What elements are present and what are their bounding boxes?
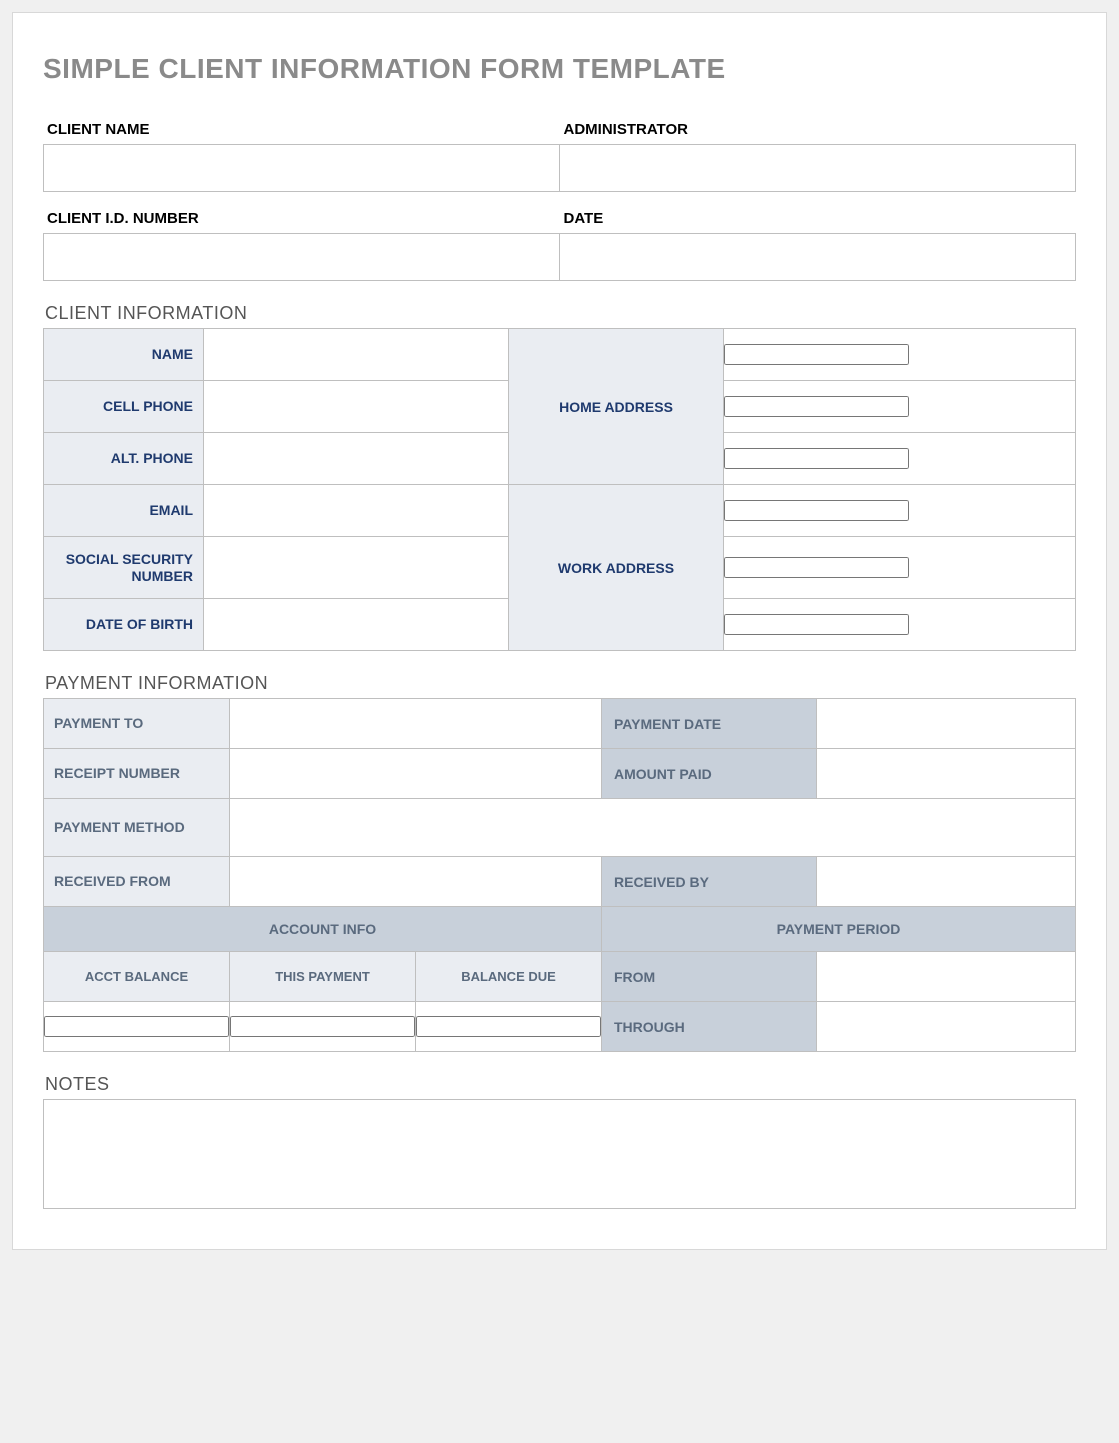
- received-by-label: RECEIVED BY: [602, 857, 817, 907]
- name-label: NAME: [44, 329, 204, 381]
- payment-date-input[interactable]: [817, 712, 1075, 736]
- client-id-input[interactable]: [44, 234, 559, 280]
- work-address-input-3[interactable]: [724, 614, 909, 635]
- dob-label: DATE OF BIRTH: [44, 599, 204, 651]
- payment-method-input[interactable]: [230, 816, 1075, 840]
- balance-due-header: BALANCE DUE: [416, 952, 602, 1002]
- administrator-input[interactable]: [560, 145, 1076, 191]
- notes-heading: NOTES: [45, 1074, 1076, 1095]
- payment-to-input[interactable]: [230, 712, 601, 736]
- client-name-label: CLIENT NAME: [43, 115, 560, 144]
- received-by-input[interactable]: [817, 870, 1075, 894]
- payment-to-label: PAYMENT TO: [44, 699, 230, 749]
- cell-phone-input[interactable]: [204, 395, 508, 419]
- balance-due-input[interactable]: [416, 1016, 601, 1037]
- acct-balance-input[interactable]: [44, 1016, 229, 1037]
- dob-input[interactable]: [204, 613, 508, 637]
- through-input[interactable]: [817, 1015, 1075, 1039]
- top-fields-row-1: CLIENT NAME ADMINISTRATOR: [43, 115, 1076, 192]
- notes-input[interactable]: [44, 1100, 1075, 1208]
- ssn-input[interactable]: [204, 556, 508, 580]
- this-payment-header: THIS PAYMENT: [230, 952, 416, 1002]
- alt-phone-input[interactable]: [204, 447, 508, 471]
- home-address-input-1[interactable]: [724, 344, 909, 365]
- account-info-header: ACCOUNT INFO: [44, 907, 602, 952]
- work-address-input-2[interactable]: [724, 557, 909, 578]
- administrator-label: ADMINISTRATOR: [560, 115, 1077, 144]
- from-input[interactable]: [817, 965, 1075, 989]
- payment-info-heading: PAYMENT INFORMATION: [45, 673, 1076, 694]
- page-title: SIMPLE CLIENT INFORMATION FORM TEMPLATE: [43, 53, 1076, 85]
- client-info-table: NAME HOME ADDRESS CELL PHONE ALT. PHONE …: [43, 328, 1076, 651]
- receipt-number-input[interactable]: [230, 762, 601, 786]
- notes-box: [43, 1099, 1076, 1209]
- acct-balance-header: ACCT BALANCE: [44, 952, 230, 1002]
- date-input[interactable]: [560, 234, 1076, 280]
- receipt-number-label: RECEIPT NUMBER: [44, 749, 230, 799]
- form-page: SIMPLE CLIENT INFORMATION FORM TEMPLATE …: [12, 12, 1107, 1250]
- email-label: EMAIL: [44, 485, 204, 537]
- home-address-input-2[interactable]: [724, 396, 909, 417]
- client-id-box: [43, 233, 560, 281]
- client-name-box: [43, 144, 560, 192]
- name-input[interactable]: [204, 343, 508, 367]
- work-address-input-1[interactable]: [724, 500, 909, 521]
- through-label: THROUGH: [602, 1002, 817, 1052]
- ssn-label: SOCIAL SECURITY NUMBER: [44, 537, 204, 599]
- home-address-label: HOME ADDRESS: [509, 329, 724, 485]
- date-box: [560, 233, 1077, 281]
- amount-paid-input[interactable]: [817, 762, 1075, 786]
- this-payment-input[interactable]: [230, 1016, 415, 1037]
- client-info-heading: CLIENT INFORMATION: [45, 303, 1076, 324]
- received-from-input[interactable]: [230, 870, 601, 894]
- payment-date-label: PAYMENT DATE: [602, 699, 817, 749]
- payment-method-label: PAYMENT METHOD: [44, 799, 230, 857]
- from-label: FROM: [602, 952, 817, 1002]
- client-name-input[interactable]: [44, 145, 559, 191]
- amount-paid-label: AMOUNT PAID: [602, 749, 817, 799]
- administrator-box: [560, 144, 1077, 192]
- work-address-label: WORK ADDRESS: [509, 485, 724, 651]
- cell-phone-label: CELL PHONE: [44, 381, 204, 433]
- email-input[interactable]: [204, 499, 508, 523]
- payment-info-table: PAYMENT TO PAYMENT DATE RECEIPT NUMBER A…: [43, 698, 1076, 1052]
- top-fields-row-2: CLIENT I.D. NUMBER DATE: [43, 204, 1076, 281]
- received-from-label: RECEIVED FROM: [44, 857, 230, 907]
- home-address-input-3[interactable]: [724, 448, 909, 469]
- payment-period-header: PAYMENT PERIOD: [602, 907, 1076, 952]
- date-label: DATE: [560, 204, 1077, 233]
- alt-phone-label: ALT. PHONE: [44, 433, 204, 485]
- client-id-label: CLIENT I.D. NUMBER: [43, 204, 560, 233]
